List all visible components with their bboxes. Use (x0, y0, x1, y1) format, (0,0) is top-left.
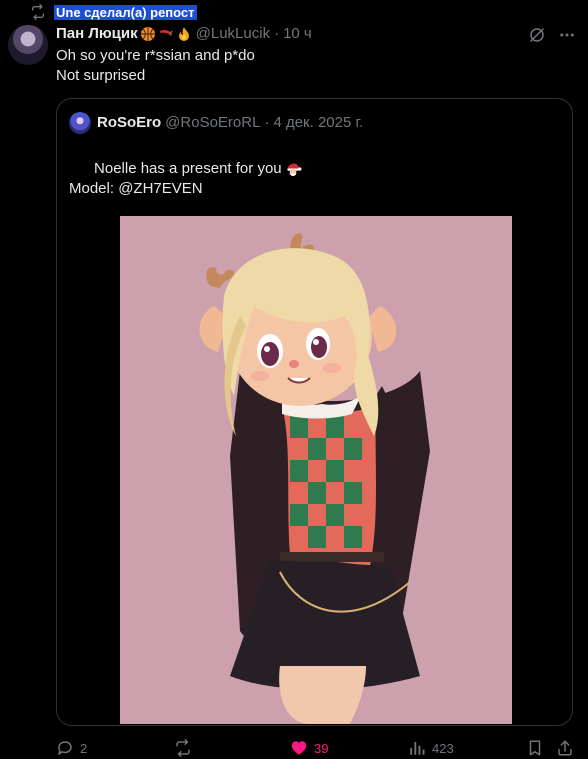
quote-text-line: Noelle has a present for you (94, 160, 282, 177)
tweet-header: Пан Люцик @LukLucik · 10 ч (56, 24, 312, 44)
share-button[interactable] (556, 738, 574, 758)
bookmark-icon (529, 740, 541, 756)
repost-icon (30, 4, 46, 20)
quote-date[interactable]: 4 дек. 2025 г. (273, 113, 363, 133)
handle[interactable]: @LukLucik (196, 24, 270, 44)
tweet-text-line: Not surprised (56, 67, 146, 84)
quote-handle[interactable]: @RoSoEroRL (165, 113, 260, 133)
views-button[interactable]: 423 (408, 738, 454, 758)
like-count: 39 (314, 740, 329, 756)
timestamp[interactable]: 10 ч (283, 24, 312, 44)
quote-separator: · (264, 114, 270, 131)
quote-avatar[interactable] (69, 112, 91, 134)
repost-icon (176, 739, 190, 757)
fire-emoji (178, 27, 189, 41)
reply-count: 2 (80, 740, 88, 756)
reply-button[interactable]: 2 (56, 738, 87, 758)
grok-icon[interactable] (528, 26, 546, 44)
display-name[interactable]: Пан Люцик (56, 24, 138, 44)
share-icon (558, 740, 572, 756)
tweet-text: Oh so you're r*ssian and p*do Not surpri… (56, 46, 255, 86)
avatar[interactable] (8, 25, 48, 65)
quote-text-line: Model: @ZH7EVEN (69, 180, 203, 197)
action-bar: 2 39 423 (56, 738, 576, 758)
more-icon[interactable] (558, 26, 576, 44)
character-render (120, 216, 512, 724)
bar-chart-icon (410, 742, 425, 755)
separator: · (274, 25, 280, 42)
tweet-text-line: Oh so you're r*ssian and p*do (56, 47, 255, 64)
quoted-tweet[interactable]: RoSoEro @RoSoEroRL · 4 дек. 2025 г. Noel… (56, 98, 573, 726)
chili-emoji (159, 30, 173, 36)
quote-header: RoSoEro @RoSoEroRL · 4 дек. 2025 г. (69, 112, 363, 134)
heart-icon (291, 741, 307, 755)
quote-text: Noelle has a present for you Model: @ZH7… (69, 139, 302, 199)
like-button[interactable]: 39 (290, 738, 328, 758)
santa-emoji (287, 163, 302, 177)
repost-button[interactable] (174, 738, 198, 758)
views-count: 423 (432, 740, 454, 756)
reply-icon (58, 741, 72, 755)
media-image[interactable] (120, 216, 512, 724)
quote-display-name[interactable]: RoSoEro (97, 113, 161, 133)
basketball-emoji (140, 27, 155, 41)
bookmark-button[interactable] (526, 738, 544, 758)
repost-label[interactable]: Une сделал(а) репост (54, 4, 197, 20)
repost-indicator[interactable]: Une сделал(а) репост (30, 4, 197, 20)
